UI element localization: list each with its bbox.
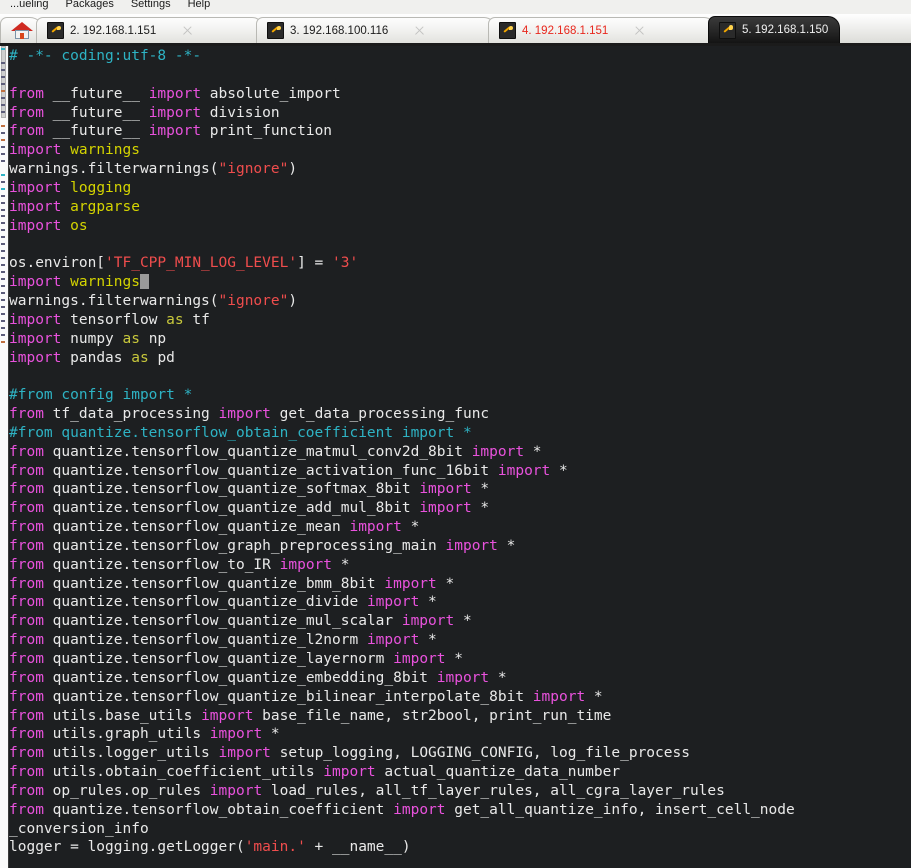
tab-session-3[interactable]: 3. 192.168.100.116 bbox=[256, 17, 496, 43]
menu-item-help[interactable]: Help bbox=[180, 0, 220, 13]
code-line: from quantize.tensorflow_quantize_mean i… bbox=[9, 519, 420, 536]
code-line: # -*- coding:utf-8 -*- bbox=[9, 48, 202, 64]
code-line: import numpy as np bbox=[9, 330, 167, 347]
code-line: from quantize.tensorflow_obtain_coeffici… bbox=[9, 801, 795, 818]
terminal-application-window: ...ueling Packages Settings Help 2. 192.… bbox=[0, 0, 911, 868]
wrench-icon bbox=[267, 22, 284, 39]
tab-close-icon[interactable] bbox=[182, 25, 193, 36]
tab-session-2[interactable]: 2. 192.168.1.151 bbox=[36, 17, 264, 43]
menu-item-tueling[interactable]: ...ueling bbox=[2, 0, 58, 13]
menu-bar-items: ...ueling Packages Settings Help bbox=[0, 0, 219, 14]
code-line: from quantize.tensorflow_quantize_l2norm… bbox=[9, 632, 437, 649]
tab-close-icon[interactable] bbox=[634, 25, 645, 36]
code-line: from quantize.tensorflow_quantize_divide… bbox=[9, 594, 437, 611]
code-line: from quantize.tensorflow_quantize_layern… bbox=[9, 651, 463, 667]
code-line: _conversion_info bbox=[9, 820, 149, 837]
code-line: from op_rules.op_rules import load_rules… bbox=[9, 782, 725, 799]
tab-label: 2. 192.168.1.151 bbox=[70, 24, 157, 37]
tab-session-5-active[interactable]: 5. 192.168.1.150 bbox=[708, 16, 840, 43]
code-line: from quantize.tensorflow_quantize_activa… bbox=[9, 462, 568, 479]
code-editor-pane[interactable]: # -*- coding:utf-8 -*- from __future__ i… bbox=[0, 46, 911, 868]
code-line: import warnings bbox=[9, 142, 140, 159]
code-line: warnings.filterwarnings("ignore") bbox=[9, 292, 298, 309]
editor-scrollbar[interactable] bbox=[0, 46, 9, 868]
code-line: from quantize.tensorflow_to_IR import * bbox=[9, 556, 350, 573]
tab-label: 3. 192.168.100.116 bbox=[290, 24, 389, 37]
code-line: from quantize.tensorflow_graph_preproces… bbox=[9, 537, 516, 554]
session-tab-bar: 2. 192.168.1.151 3. 192.168.100.116 4. 1… bbox=[0, 14, 911, 46]
tab-label: 5. 192.168.1.150 bbox=[742, 24, 829, 36]
code-line: from utils.obtain_coefficient_utils impo… bbox=[9, 764, 621, 781]
code-line: from quantize.tensorflow_quantize_mul_sc… bbox=[9, 613, 472, 630]
session-tab-list: 2. 192.168.1.151 3. 192.168.100.116 4. 1… bbox=[0, 14, 840, 43]
code-line: from quantize.tensorflow_quantize_add_mu… bbox=[9, 500, 490, 517]
code-line: from quantize.tensorflow_quantize_embedd… bbox=[9, 669, 507, 686]
code-line: from quantize.tensorflow_quantize_softma… bbox=[9, 481, 490, 498]
code-line: from __future__ import division bbox=[9, 104, 280, 121]
code-line: warnings.filterwarnings("ignore") bbox=[9, 161, 298, 178]
code-line: logger = logging.getLogger('main.' + __n… bbox=[9, 839, 411, 856]
wrench-icon bbox=[499, 22, 516, 39]
code-line: import tensorflow as tf bbox=[9, 311, 210, 328]
code-line: #from config import * bbox=[9, 387, 193, 404]
code-line: import os bbox=[9, 217, 88, 234]
code-line: from tf_data_processing import get_data_… bbox=[9, 406, 490, 423]
tab-close-icon[interactable] bbox=[414, 25, 425, 36]
code-line: from utils.logger_utils import setup_log… bbox=[9, 745, 690, 762]
wrench-icon bbox=[719, 21, 736, 39]
menu-item-settings[interactable]: Settings bbox=[123, 0, 180, 13]
home-icon bbox=[11, 21, 33, 40]
source-code-text[interactable]: # -*- coding:utf-8 -*- from __future__ i… bbox=[9, 46, 911, 857]
code-line: import warnings bbox=[9, 273, 911, 292]
menu-item-packages[interactable]: Packages bbox=[58, 0, 123, 13]
tab-session-4[interactable]: 4. 192.168.1.151 bbox=[488, 17, 716, 43]
code-line: from utils.base_utils import base_file_n… bbox=[9, 707, 612, 724]
code-line: from __future__ import print_function bbox=[9, 123, 333, 140]
code-line: import argparse bbox=[9, 198, 140, 215]
menu-bar: ...ueling Packages Settings Help bbox=[0, 0, 911, 15]
code-line: os.environ['TF_CPP_MIN_LOG_LEVEL'] = '3' bbox=[9, 255, 359, 272]
scrollbar-markers bbox=[0, 46, 8, 868]
code-line: from quantize.tensorflow_quantize_biline… bbox=[9, 688, 603, 705]
code-line: import pandas as pd bbox=[9, 349, 175, 366]
code-line: from utils.graph_utils import * bbox=[9, 726, 280, 743]
code-line: import logging bbox=[9, 179, 132, 196]
wrench-icon bbox=[47, 22, 64, 39]
code-line: from quantize.tensorflow_quantize_matmul… bbox=[9, 443, 542, 460]
code-line: from __future__ import absolute_import bbox=[9, 85, 341, 102]
code-line: from quantize.tensorflow_quantize_bmm_8b… bbox=[9, 575, 455, 592]
tab-label: 4. 192.168.1.151 bbox=[522, 24, 609, 37]
code-line: #from quantize.tensorflow_obtain_coeffic… bbox=[9, 424, 472, 441]
